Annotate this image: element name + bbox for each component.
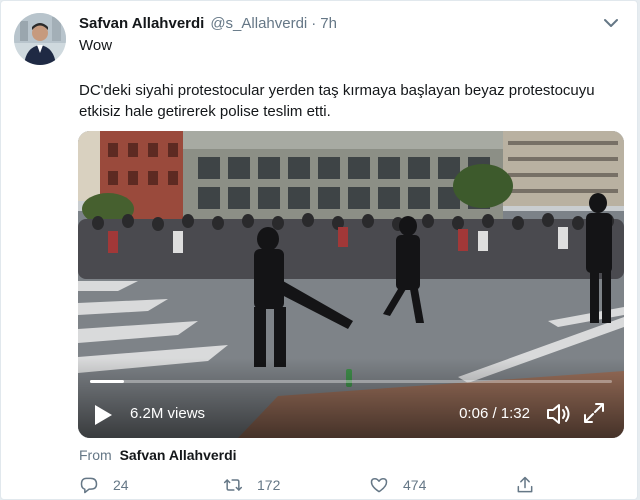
timestamp[interactable]: 7h (320, 15, 337, 32)
avatar-image (14, 13, 66, 65)
like-count: 474 (403, 477, 427, 493)
user-handle[interactable]: @s_Allahverdi (210, 15, 307, 32)
volume-button[interactable] (546, 402, 572, 426)
fullscreen-icon (584, 403, 604, 423)
retweet-count: 172 (257, 477, 281, 493)
like-button[interactable]: 474 (369, 475, 426, 495)
video-timecode: 0:06 / 1:32 (459, 405, 530, 422)
separator-dot: · (311, 14, 317, 32)
reply-icon (80, 477, 98, 494)
display-name[interactable]: Safvan Allahverdi (79, 15, 204, 32)
tweet-text: DC'deki siyahi protestocular yerden taş … (79, 82, 595, 120)
fullscreen-button[interactable] (582, 401, 606, 425)
video-attribution: From Safvan Allahverdi (79, 447, 237, 463)
video-progress-fill (90, 380, 124, 383)
video-player[interactable]: 6.2M views 0:06 / 1:32 (78, 131, 624, 438)
video-controls-shade (78, 358, 624, 438)
video-progress-bar[interactable] (90, 380, 612, 383)
avatar[interactable] (14, 13, 66, 65)
share-button[interactable] (515, 475, 535, 495)
attribution-name[interactable]: Safvan Allahverdi (120, 447, 237, 463)
tweet-card[interactable]: Safvan Allahverdi @s_Allahverdi · 7h Wow… (0, 0, 638, 500)
retweet-icon (223, 479, 243, 491)
reply-button[interactable]: 24 (79, 475, 129, 495)
attribution-prefix: From (79, 447, 112, 463)
play-icon (95, 405, 112, 425)
tweet-actions: 24 172 474 (71, 473, 551, 499)
view-count: 6.2M views (130, 405, 206, 422)
more-options-button[interactable] (601, 13, 621, 33)
heart-icon (370, 478, 388, 493)
tweet-intro-text: Wow (79, 37, 113, 54)
chevron-down-icon (604, 19, 618, 27)
reply-count: 24 (113, 477, 129, 493)
tweet-header: Safvan Allahverdi @s_Allahverdi · 7h (79, 13, 337, 33)
play-button[interactable] (93, 404, 113, 426)
share-icon (517, 476, 533, 493)
retweet-button[interactable]: 172 (223, 475, 280, 495)
volume-icon (547, 404, 570, 424)
